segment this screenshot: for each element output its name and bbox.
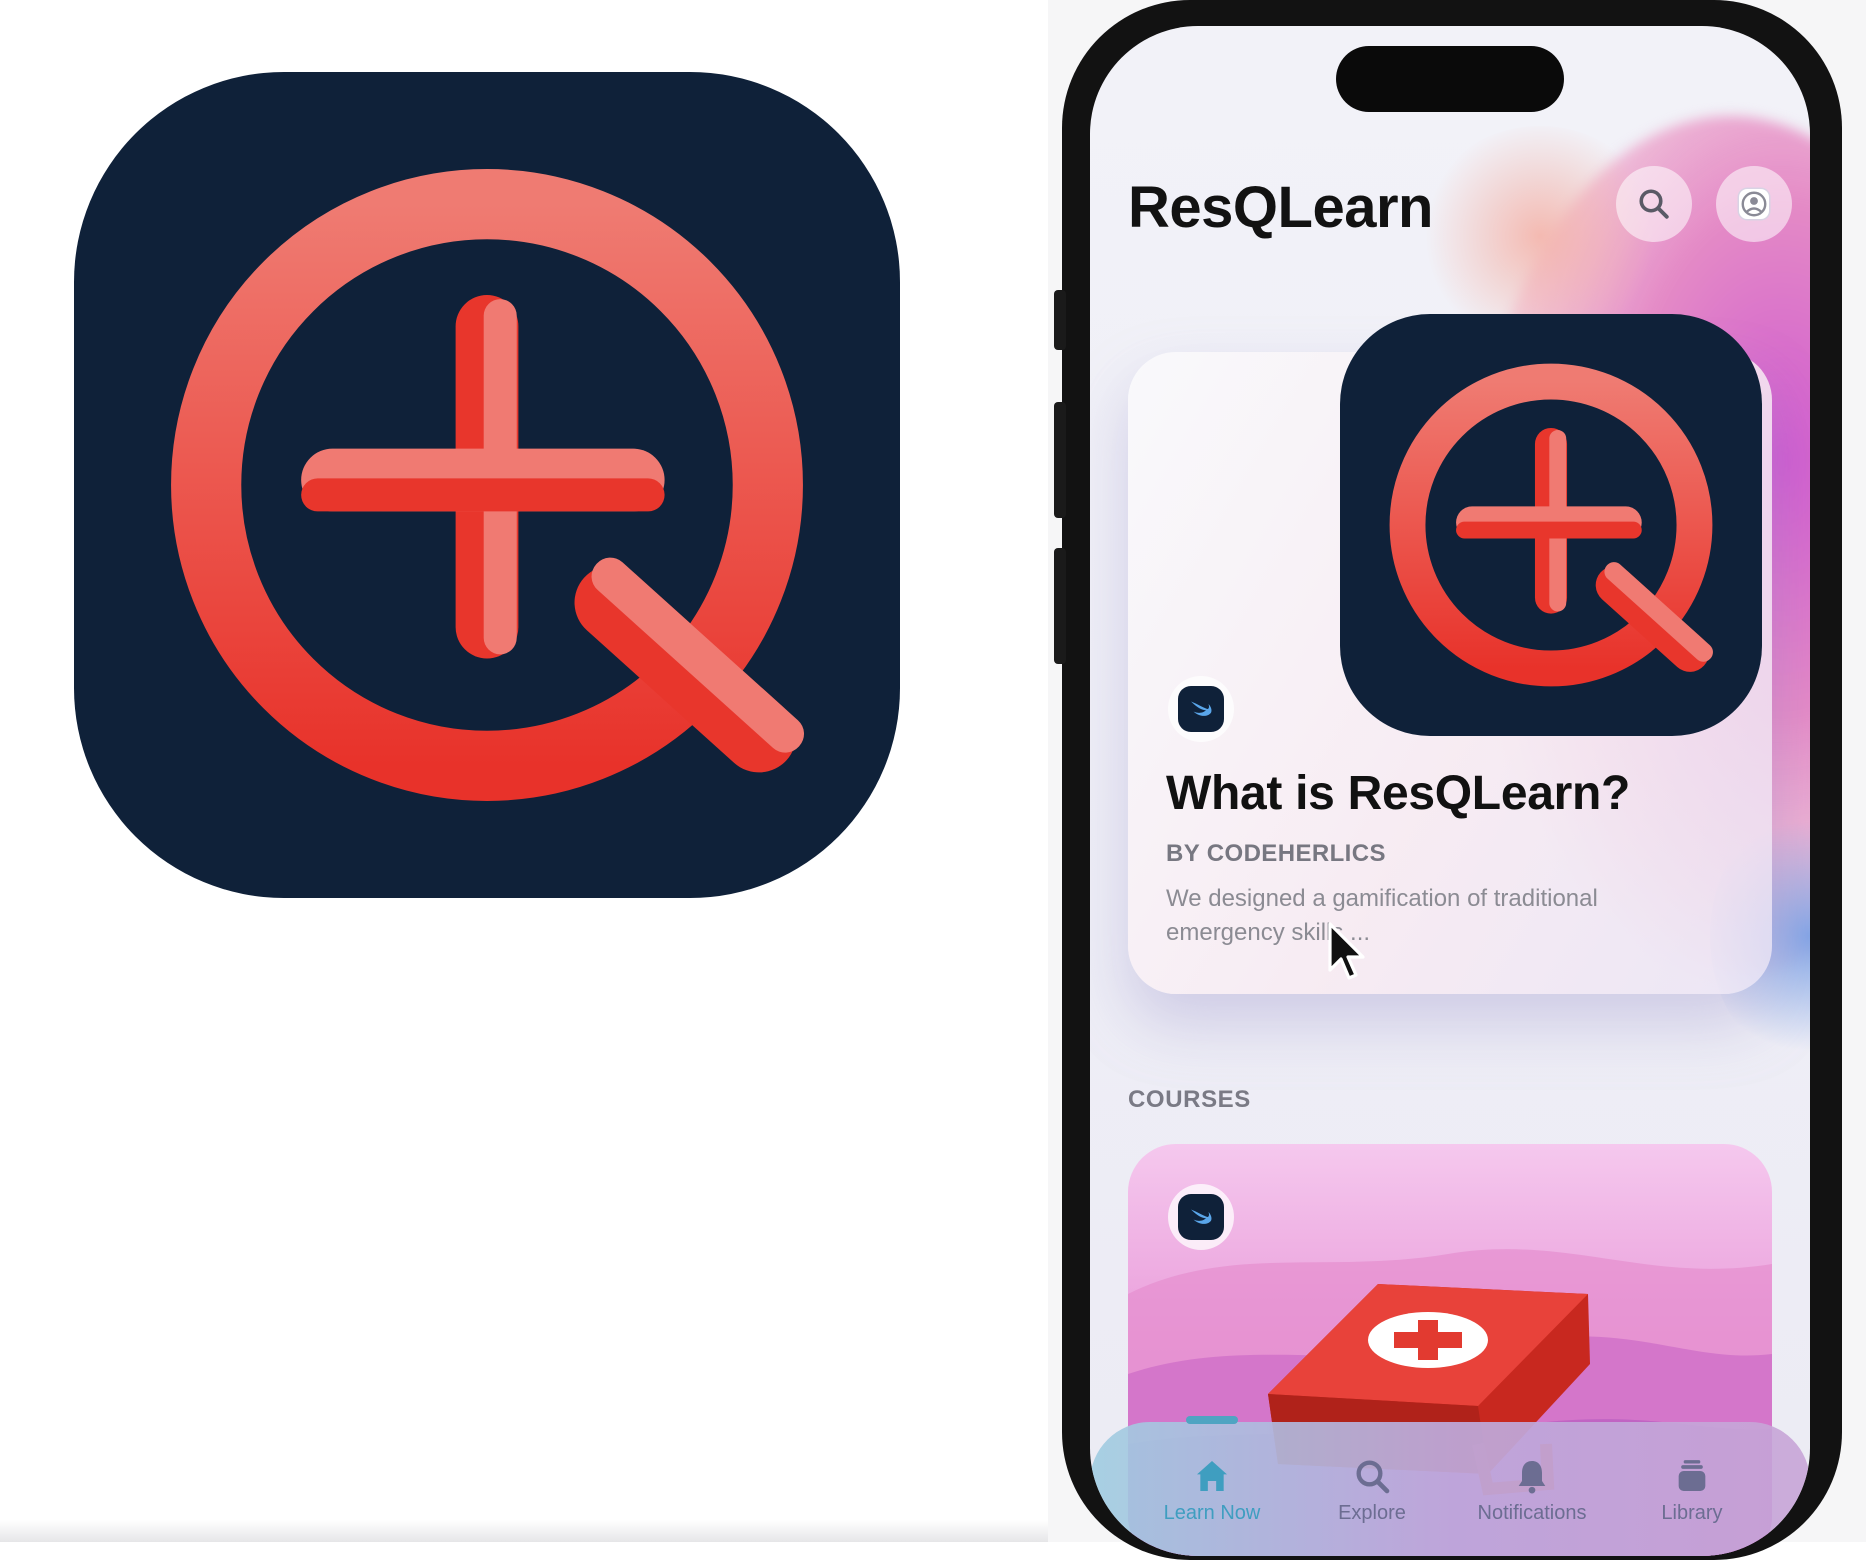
phone-screen: ResQLearn What is ResQLearn? BY CODEHERL…: [1090, 26, 1810, 1556]
side-button: [1054, 290, 1066, 350]
bottom-gradient: [0, 1520, 1048, 1542]
side-button: [1054, 548, 1066, 664]
dynamic-island: [1336, 46, 1564, 112]
featured-title: What is ResQLearn?: [1166, 767, 1631, 820]
app-icon-large: [74, 72, 900, 898]
profile-icon: [1737, 187, 1771, 221]
tab-library[interactable]: Library: [1617, 1456, 1767, 1525]
tab-label: Notifications: [1477, 1502, 1587, 1524]
tab-explore[interactable]: Explore: [1297, 1456, 1447, 1525]
featured-card[interactable]: What is ResQLearn? BY CODEHERLICS We des…: [1128, 314, 1772, 994]
mouse-cursor-icon: [1328, 922, 1365, 980]
tab-label: Explore: [1338, 1502, 1406, 1524]
swift-icon: [1191, 701, 1212, 716]
resqlearn-logo: [1389, 363, 1713, 687]
search-icon: [1639, 189, 1669, 219]
background-gradient: [1420, 126, 1660, 346]
profile-button[interactable]: [1716, 166, 1792, 242]
page-title: ResQLearn: [1128, 175, 1433, 240]
featured-description: We designed a gamification of traditiona…: [1166, 885, 1598, 946]
house-icon: [1197, 1461, 1227, 1491]
swift-icon: [1191, 1209, 1212, 1224]
section-header-courses: COURSES: [1128, 1086, 1251, 1113]
featured-byline: BY CODEHERLICS: [1166, 840, 1386, 867]
swift-badge: [1168, 676, 1234, 742]
stack-icon: [1678, 1460, 1706, 1491]
tab-label: Library: [1661, 1502, 1723, 1524]
resqlearn-logo: [171, 169, 805, 801]
side-button: [1054, 402, 1066, 518]
search-button[interactable]: [1616, 166, 1692, 242]
tab-notifications[interactable]: Notifications: [1457, 1456, 1607, 1525]
tab-active-indicator: [1186, 1416, 1238, 1424]
search-icon: [1356, 1460, 1390, 1494]
tab-label: Learn Now: [1163, 1502, 1261, 1524]
featured-app-logo: [1340, 314, 1762, 736]
tab-learn-now[interactable]: Learn Now: [1137, 1456, 1287, 1525]
swift-badge: [1168, 1184, 1234, 1250]
bell-icon: [1518, 1461, 1546, 1494]
